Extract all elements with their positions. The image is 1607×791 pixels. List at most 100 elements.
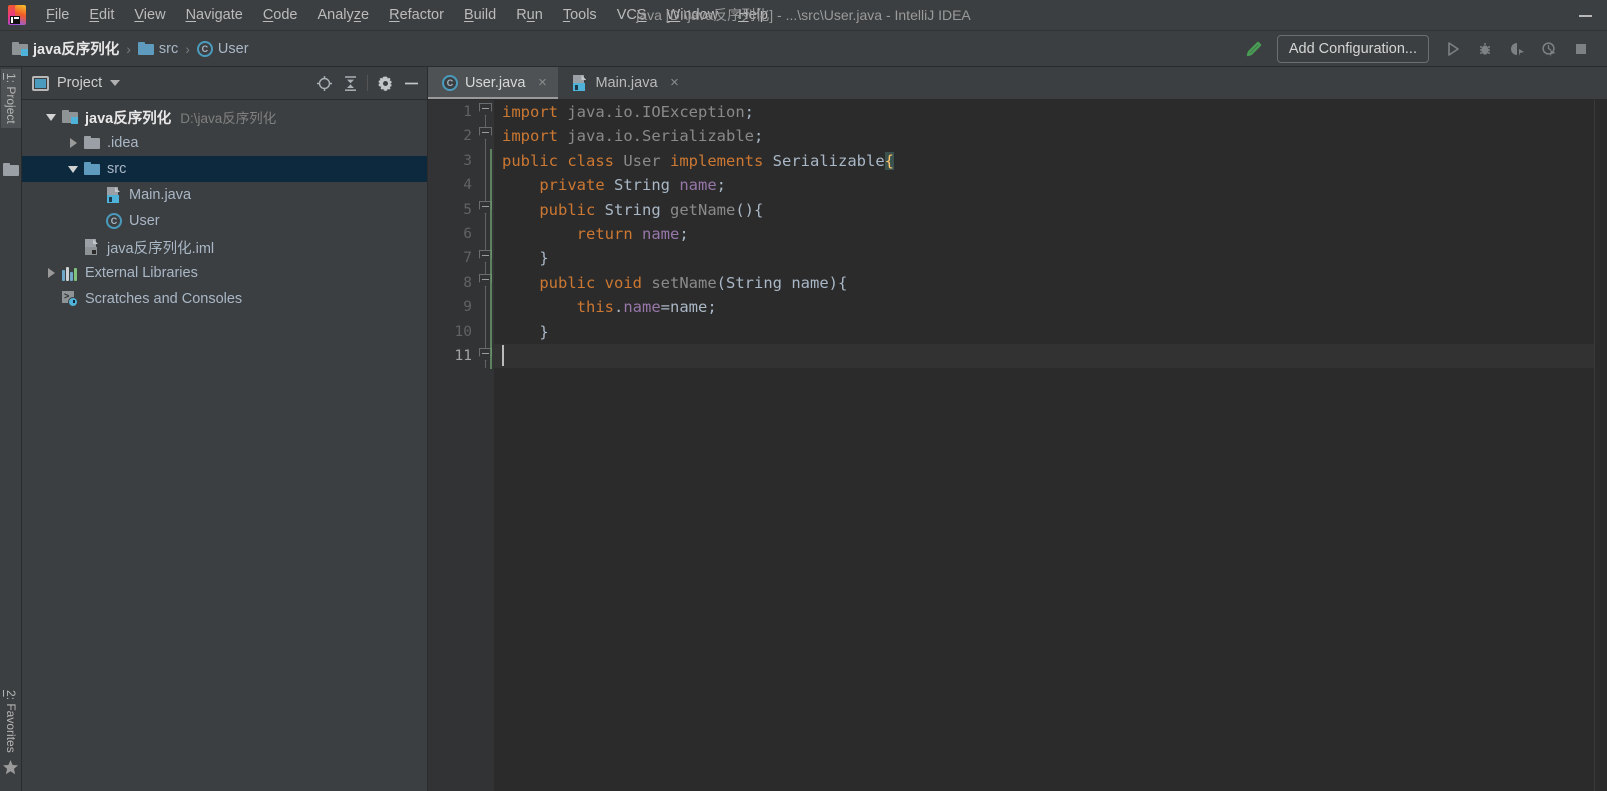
class-icon: C <box>196 40 213 57</box>
java-file-icon <box>106 187 122 203</box>
menu-view[interactable]: View <box>124 3 175 27</box>
minimize-button[interactable] <box>1563 0 1607 31</box>
tree-row-label: src <box>107 161 127 177</box>
tree-row-user[interactable]: C User <box>22 208 428 234</box>
editor-tab-user-java[interactable]: C User.java × <box>428 67 559 99</box>
code-line-6: return name; <box>576 224 689 243</box>
run-with-coverage-button[interactable] <box>1501 35 1533 63</box>
java-file-icon <box>572 75 588 91</box>
menu-tools[interactable]: Tools <box>553 3 607 27</box>
twisty-collapsed[interactable] <box>62 138 84 148</box>
fold-marker-import-block[interactable] <box>479 127 492 140</box>
project-window-icon <box>32 75 49 91</box>
line-number-column: 1 2 3 4 5 6 7 8 9 10 11 <box>455 100 472 368</box>
chevron-down-icon[interactable] <box>110 80 121 86</box>
twisty-expanded[interactable] <box>62 165 84 173</box>
debug-button[interactable] <box>1469 35 1501 63</box>
profile-button[interactable] <box>1533 35 1565 63</box>
settings-button[interactable] <box>372 70 398 96</box>
tree-row-label: .idea <box>107 135 139 151</box>
tree-row-main-java[interactable]: Main.java <box>22 182 428 208</box>
tree-row-label: java反序列化.iml <box>107 240 215 257</box>
project-panel-toolbar <box>311 70 424 96</box>
menu-code[interactable]: Code <box>253 3 308 27</box>
code-editor[interactable]: 1 2 3 4 5 6 7 8 9 10 11 import java.io.I… <box>428 100 1607 791</box>
project-tool-window: Project java反序列化 D:\java反序列化 .idea src M… <box>22 67 428 791</box>
editor-area: C User.java × Main.java × 1 2 3 4 5 6 7 <box>428 67 1607 791</box>
breadcrumb-label: User <box>217 40 249 57</box>
favorites-star-icon <box>2 759 19 781</box>
menu-vcs[interactable]: VCS <box>607 3 657 27</box>
editor-tab-label: User.java <box>465 75 526 91</box>
fold-marker-import-block[interactable] <box>479 103 492 116</box>
error-stripe-gutter[interactable] <box>1594 100 1607 791</box>
breadcrumb-item-project[interactable]: java反序列化 <box>8 36 123 61</box>
text-caret <box>502 345 504 366</box>
line-number: 5 <box>463 201 472 218</box>
intellij-idea-logo-icon <box>6 4 28 26</box>
editor-gutter[interactable]: 1 2 3 4 5 6 7 8 9 10 11 <box>428 100 494 791</box>
gray-folder-icon <box>84 136 100 150</box>
project-tree: java反序列化 D:\java反序列化 .idea src Main.java… <box>22 100 428 312</box>
add-configuration-button[interactable]: Add Configuration... <box>1276 34 1429 63</box>
vcs-changed-lines-marker <box>490 149 492 369</box>
twisty-collapsed[interactable] <box>40 268 62 278</box>
menu-analyze[interactable]: Analyze <box>308 3 380 27</box>
menu-build[interactable]: Build <box>454 3 506 27</box>
locate-target-button[interactable] <box>311 70 337 96</box>
menu-edit[interactable]: Edit <box>79 3 124 27</box>
scratches-icon: >_ <box>62 291 78 307</box>
tree-row-label: Main.java <box>129 187 192 203</box>
editor-tab-bar: C User.java × Main.java × <box>428 67 1607 100</box>
menu-refactor[interactable]: Refactor <box>379 3 454 27</box>
line-number: 1 <box>463 104 472 120</box>
breadcrumb-separator: › <box>185 40 190 57</box>
left-tool-window-strip: 1: Project 2: Favorites <box>0 67 22 791</box>
tree-row-label: Scratches and Consoles <box>85 291 243 307</box>
code-line-10: } <box>539 322 549 341</box>
collapse-all-button[interactable] <box>337 70 363 96</box>
collapse-all-icon <box>344 75 356 91</box>
tree-row-scratches[interactable]: >_ Scratches and Consoles <box>22 286 428 312</box>
line-number: 8 <box>463 274 472 291</box>
tree-row-idea[interactable]: .idea <box>22 130 428 156</box>
tree-row-project-root[interactable]: java反序列化 D:\java反序列化 <box>22 104 428 130</box>
line-number: 9 <box>463 299 472 316</box>
menu-bar: File Edit View Navigate Code Analyze Ref… <box>36 0 778 31</box>
menu-run[interactable]: Run <box>506 3 553 27</box>
run-toolbar: Add Configuration... <box>1237 34 1607 63</box>
breadcrumb-item-user[interactable]: C User <box>193 39 253 59</box>
run-button[interactable] <box>1437 35 1469 63</box>
source-folder-icon <box>137 41 154 56</box>
breadcrumb-item-src[interactable]: src <box>134 39 182 59</box>
tree-row-label: java反序列化 <box>85 110 172 127</box>
title-bar: File Edit View Navigate Code Analyze Ref… <box>0 0 1607 31</box>
line-number: 6 <box>463 225 472 242</box>
build-button[interactable] <box>1237 35 1269 63</box>
code-line-5: public String getName(){ <box>539 200 764 219</box>
menu-file[interactable]: File <box>36 3 79 27</box>
project-panel-header: Project <box>22 67 428 100</box>
stop-button[interactable] <box>1565 35 1597 63</box>
menu-window[interactable]: Window <box>657 3 729 27</box>
stop-icon <box>1576 43 1586 54</box>
breadcrumb-label: src <box>158 40 179 57</box>
close-icon[interactable]: × <box>535 75 549 90</box>
breadcrumb-separator: › <box>126 40 131 57</box>
menu-help[interactable]: Help <box>728 3 778 27</box>
line-number-current: 11 <box>454 347 472 364</box>
code-text-area[interactable]: import java.io.IOException; import java.… <box>494 100 1607 791</box>
tree-row-src[interactable]: src <box>22 156 428 182</box>
tool-tab-project[interactable]: 1: Project <box>1 69 21 128</box>
editor-tab-main-java[interactable]: Main.java × <box>558 67 690 99</box>
tree-row-iml[interactable]: java反序列化.iml <box>22 234 428 260</box>
tree-row-external-libraries[interactable]: External Libraries <box>22 260 428 286</box>
menu-navigate[interactable]: Navigate <box>176 3 253 27</box>
tool-tab-favorites[interactable]: 2: Favorites <box>1 686 21 757</box>
minimize-icon <box>1578 14 1592 17</box>
hide-panel-button[interactable] <box>398 70 424 96</box>
twisty-expanded[interactable] <box>40 113 62 121</box>
tree-row-label: External Libraries <box>85 265 198 281</box>
project-folder-icon <box>3 163 19 177</box>
close-icon[interactable]: × <box>668 75 682 90</box>
